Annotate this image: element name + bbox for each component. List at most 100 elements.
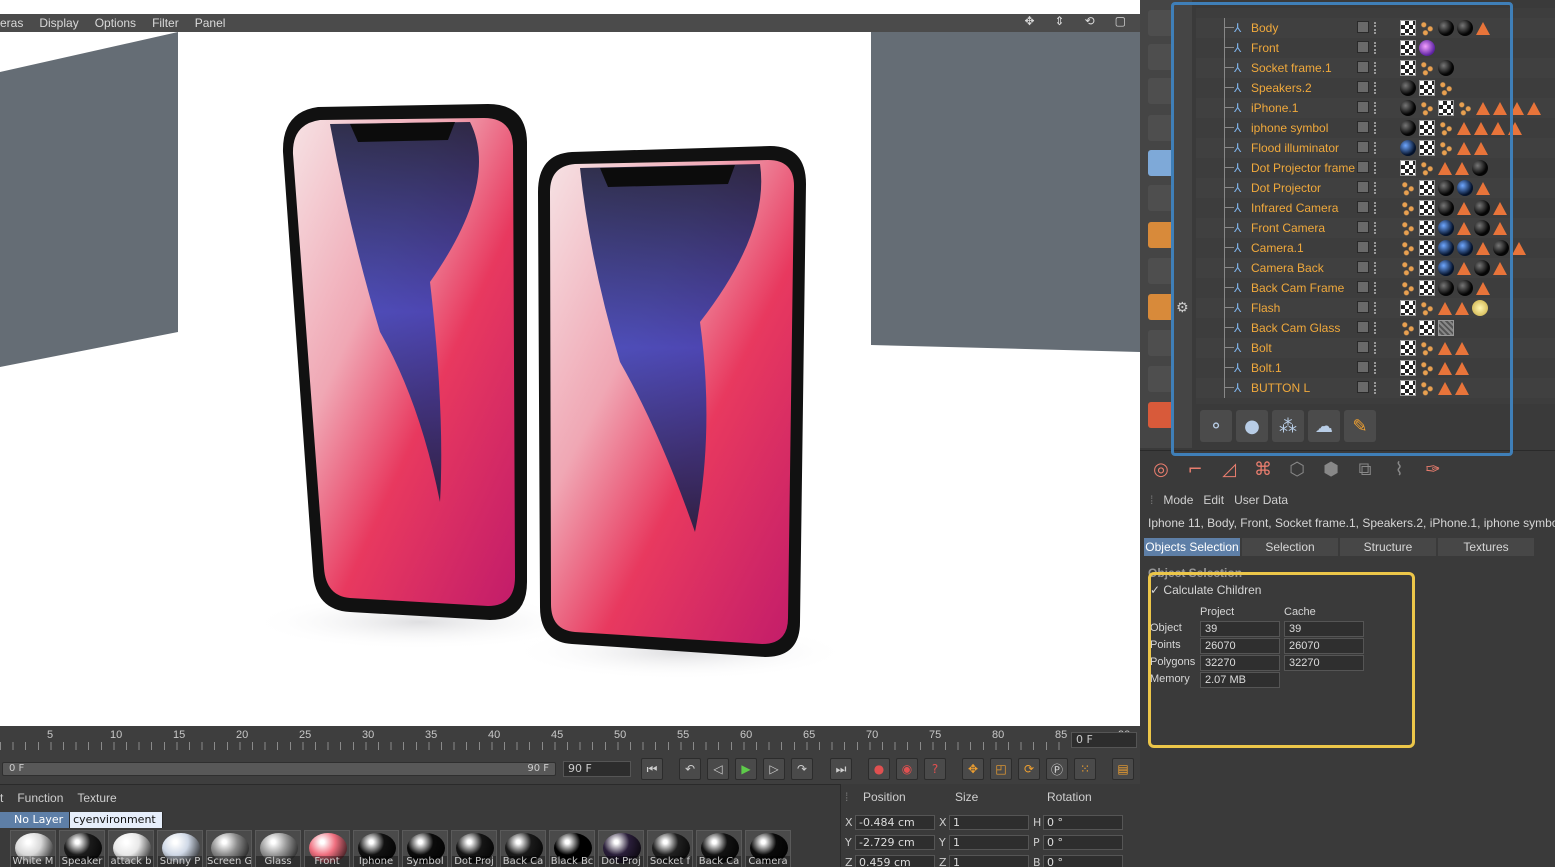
ball-tag-icon[interactable] [1457,20,1473,36]
tri-tag-icon[interactable] [1457,202,1471,215]
tri-tag-icon[interactable] [1527,102,1541,115]
brush-icon[interactable]: ✎ [1344,410,1376,442]
tri-tag-icon[interactable] [1476,242,1490,255]
layer-visibility-icon[interactable] [1357,341,1369,353]
dots-tag-icon[interactable] [1419,100,1435,116]
dots-tag-icon[interactable] [1400,260,1416,276]
material-swatch[interactable]: Back Ca [696,830,742,867]
tri-tag-icon[interactable] [1512,242,1526,255]
visibility-dots-icon[interactable] [1374,282,1378,294]
object-name[interactable]: iphone symbol [1251,121,1328,135]
checker-tag-icon[interactable] [1400,360,1416,376]
object-row[interactable]: ⅄ Bolt [1196,338,1555,358]
record-button[interactable]: ● [868,758,890,780]
layer-visibility-icon[interactable] [1357,121,1369,133]
layer-visibility-icon[interactable] [1357,21,1369,33]
layer-visibility-icon[interactable] [1357,141,1369,153]
ball-tag-icon[interactable] [1472,160,1488,176]
layer-visibility-icon[interactable] [1357,161,1369,173]
ball-tag-icon[interactable] [1474,220,1490,236]
object-name[interactable]: Dot Projector frame [1251,161,1355,175]
blueball-tag-icon[interactable] [1438,220,1454,236]
blueball-tag-icon[interactable] [1457,180,1473,196]
timeline[interactable]: 51015202530354045505560657075808590 0 F … [0,726,1140,784]
object-row[interactable]: ⅄ Camera Back [1196,258,1555,278]
object-row[interactable]: ⅄ Flash [1196,298,1555,318]
visibility-dots-icon[interactable] [1374,222,1378,234]
object-row[interactable]: ⅄ Dot Projector frame [1196,158,1555,178]
tri-tag-icon[interactable] [1455,362,1469,375]
tab-objects-selection[interactable]: Objects Selection [1144,538,1240,556]
ghost-icon[interactable]: ☁ [1308,410,1340,442]
checker-tag-icon[interactable] [1419,280,1435,296]
object-name[interactable]: Back Cam Glass [1251,321,1340,335]
spline-pen-icon[interactable]: ✑ [1418,455,1448,485]
layer-visibility-icon[interactable] [1357,181,1369,193]
layer-visibility-icon[interactable] [1357,301,1369,313]
menu-texture[interactable]: Texture [77,791,116,805]
tri-tag-icon[interactable] [1455,162,1469,175]
layer-visibility-icon[interactable] [1357,261,1369,273]
object-name[interactable]: Infrared Camera [1251,201,1338,215]
checker-tag-icon[interactable] [1419,220,1435,236]
material-swatch[interactable]: Front [304,830,350,867]
menu-user-data[interactable]: User Data [1234,493,1288,507]
tri-tag-icon[interactable] [1508,122,1522,135]
object-name[interactable]: Dot Projector [1251,181,1321,195]
object-row[interactable]: ⅄ Socket frame.1 [1196,58,1555,78]
checker-tag-icon[interactable] [1400,380,1416,396]
layer-visibility-icon[interactable] [1357,221,1369,233]
object-name[interactable]: Socket frame.1 [1251,61,1332,75]
tri-tag-icon[interactable] [1438,382,1452,395]
material-swatch[interactable]: Black Bc [549,830,595,867]
tri-tag-icon[interactable] [1476,22,1490,35]
tri-tag-icon[interactable] [1438,342,1452,355]
material-swatch[interactable]: Iphone [353,830,399,867]
tri-tag-icon[interactable] [1493,102,1507,115]
grid-icon[interactable] [1148,366,1174,392]
goto-end-button[interactable]: ⏭ [830,758,852,780]
menu-function[interactable]: Function [17,791,63,805]
ball-tag-icon[interactable] [1474,200,1490,216]
tri-tag-icon[interactable] [1476,182,1490,195]
glass-tag-icon[interactable] [1438,320,1454,336]
visibility-dots-icon[interactable] [1374,182,1378,194]
coords-size-field[interactable]: 1 [949,854,1029,867]
dots-tag-icon[interactable] [1400,220,1416,236]
menu-options[interactable]: Options [95,16,136,30]
checker-tag-icon[interactable] [1419,320,1435,336]
checker-tag-icon[interactable] [1419,240,1435,256]
extrude-icon[interactable]: ⬡ [1282,455,1312,485]
layer-tab-no-layer[interactable]: No Layer [0,812,71,828]
object-row[interactable]: ⅄ iPhone.1 [1196,98,1555,118]
layer-visibility-icon[interactable] [1357,81,1369,93]
object-row[interactable]: ⅄ Back Cam Glass [1196,318,1555,338]
object-row[interactable]: ⅄ Back Cam Frame [1196,278,1555,298]
object-name[interactable]: Camera.1 [1251,241,1304,255]
material-swatch[interactable]: Sunny P [157,830,203,867]
coords-rotation-field[interactable]: 0 ° [1043,854,1123,867]
material-swatch[interactable]: Dot Proj [598,830,644,867]
multi-spheres-icon[interactable]: ⁂ [1272,410,1304,442]
material-swatch[interactable]: Camera [745,830,791,867]
blueball-tag-icon[interactable] [1457,240,1473,256]
timeline-window-button[interactable]: ▤ [1112,758,1134,780]
checker-tag-icon[interactable] [1400,60,1416,76]
sphere-cube-icon[interactable]: ● [1236,410,1268,442]
tab-textures[interactable]: Textures [1438,538,1534,556]
tri-tag-icon[interactable] [1457,122,1471,135]
material-swatch[interactable]: Dot Proj [451,830,497,867]
object-row[interactable]: ⅄ Bolt.1 [1196,358,1555,378]
zoom-view-icon[interactable]: ⇕ [1055,14,1065,28]
coords-position-field[interactable]: -2.729 cm [855,834,935,850]
menu-panel[interactable]: Panel [195,16,226,30]
floor-icon[interactable] [1148,222,1174,248]
key-parameter-button[interactable]: Ⓟ [1046,758,1068,780]
menu-display[interactable]: Display [39,16,78,30]
move-view-icon[interactable]: ✥ [1024,14,1034,28]
ball-tag-icon[interactable] [1400,80,1416,96]
sun-tag-icon[interactable] [1472,300,1488,316]
dots-tag-icon[interactable] [1457,100,1473,116]
bridge-icon[interactable]: ⧉ [1350,455,1380,485]
ball-tag-icon[interactable] [1438,180,1454,196]
